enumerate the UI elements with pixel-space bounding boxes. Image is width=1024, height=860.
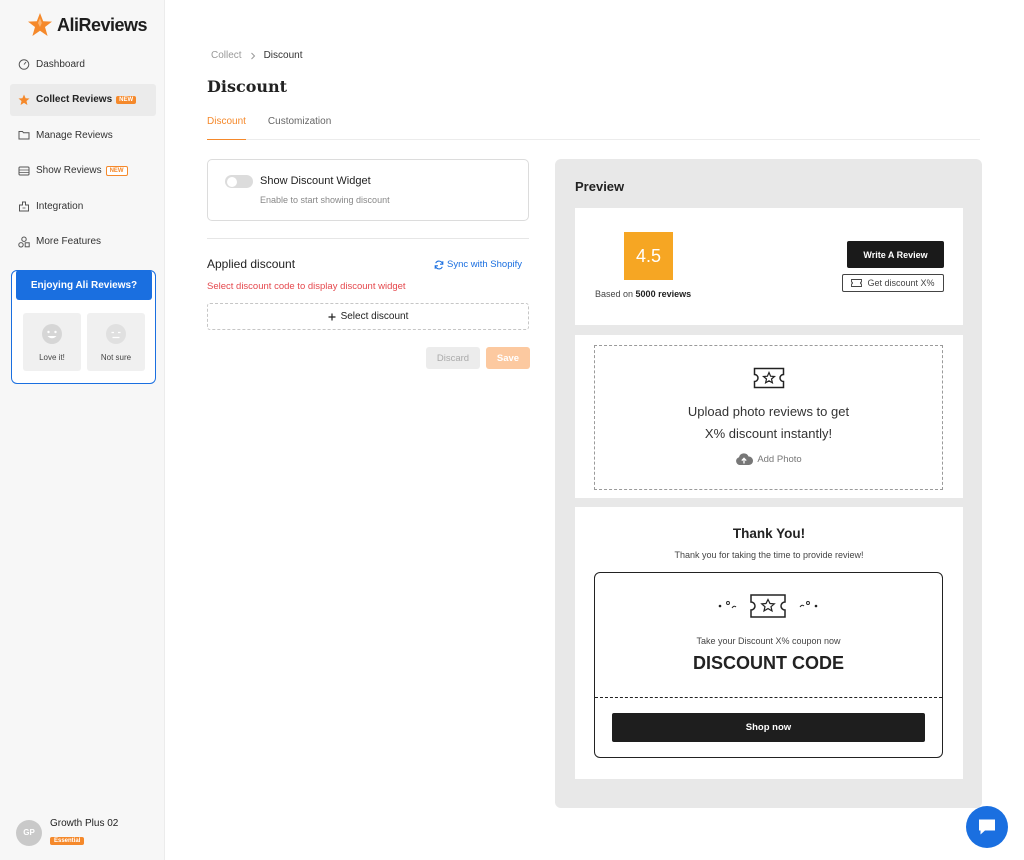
upload-line-2: X% discount instantly! (704, 426, 833, 441)
discount-code-text: DISCOUNT CODE (692, 653, 844, 673)
page-title: Discount (207, 77, 288, 96)
sidebar-item-label: Dashboard (36, 58, 85, 70)
sidebar-item-show-reviews[interactable]: Show Reviews NEW (10, 155, 156, 187)
sidebar-item-integration[interactable]: Integration (10, 190, 156, 222)
app-logo[interactable]: AliReviews (27, 12, 148, 38)
logo-star-icon (28, 13, 52, 36)
upload-line-1: Upload photo reviews to get (687, 404, 850, 419)
coupon-ticket-icon (753, 367, 785, 389)
sidebar-nav: Dashboard Collect Reviews NEW Manage Rev… (10, 48, 156, 261)
new-badge: NEW (116, 95, 137, 104)
upload-promo-text: Upload photo reviews to get X% discount … (595, 401, 942, 445)
sidebar-item-collect-reviews[interactable]: Collect Reviews NEW (10, 83, 156, 116)
coupon-perforation (595, 697, 942, 698)
show-discount-toggle[interactable] (225, 175, 253, 188)
sync-icon (434, 260, 444, 269)
chat-icon (979, 819, 995, 835)
feedback-card: Enjoying Ali Reviews? Love it! Not sure (11, 270, 156, 384)
photo-upload-card: Upload photo reviews to get X% discount … (575, 335, 963, 498)
get-discount-button[interactable]: Get discount X% (842, 274, 944, 292)
ticket-icon (851, 279, 863, 287)
save-button[interactable]: Save (486, 347, 530, 369)
integration-icon (19, 201, 29, 212)
sync-shopify-link[interactable]: Sync with Shopify (434, 259, 522, 270)
breadcrumb-current: Discount (263, 50, 303, 61)
sidebar-item-manage-reviews[interactable]: Manage Reviews (10, 119, 156, 151)
dashboard-icon (18, 59, 30, 70)
chevron-right-icon (250, 52, 255, 59)
sidebar-item-dashboard[interactable]: Dashboard (10, 48, 156, 80)
new-badge: NEW (105, 165, 128, 176)
sidebar-item-label: Manage Reviews (36, 129, 113, 141)
confetti-ticket-icon (718, 594, 818, 618)
sidebar-item-more-features[interactable]: More Features (10, 226, 156, 258)
preview-panel: Preview 4.5 Based on 5000 reviews Write … (555, 159, 982, 808)
shapes-icon (18, 236, 30, 248)
sync-label: Sync with Shopify (447, 259, 522, 270)
select-discount-label: Select discount (340, 311, 409, 322)
sidebar-item-label: More Features (36, 236, 102, 247)
display-icon (18, 166, 30, 175)
add-photo-button[interactable]: Add Photo (595, 453, 942, 466)
thank-you-card: Thank You! Thank you for taking the time… (575, 507, 963, 779)
select-discount-button[interactable]: Select discount (207, 303, 529, 330)
tab-customization[interactable]: Customization (268, 116, 331, 140)
breadcrumb-parent-link[interactable]: Collect (211, 50, 242, 61)
love-it-label: Love it! (39, 352, 65, 362)
not-sure-label: Not sure (100, 352, 132, 362)
based-count: 5000 reviews (635, 289, 692, 299)
widget-toggle-title: Show Discount Widget (260, 175, 371, 187)
thank-you-subtitle: Thank you for taking the time to provide… (674, 550, 864, 560)
shop-now-button[interactable]: Shop now (612, 713, 925, 742)
get-discount-label: Get discount X% (867, 278, 935, 288)
user-account[interactable]: GP Growth Plus 02 Essential (16, 818, 118, 847)
preview-title: Preview (575, 179, 625, 194)
thank-you-title: Thank You! (732, 526, 806, 541)
tab-discount[interactable]: Discount (207, 116, 246, 140)
plan-badge: Essential (50, 837, 85, 845)
discount-widget-card: Show Discount Widget Enable to start sho… (207, 159, 529, 221)
photo-upload-dropzone[interactable]: Upload photo reviews to get X% discount … (594, 345, 943, 490)
write-review-button[interactable]: Write A Review (847, 241, 944, 268)
sidebar-item-label: Integration (36, 200, 84, 212)
love-it-button[interactable]: Love it! (23, 313, 81, 371)
sidebar: AliReviews Dashboard Collect Reviews NEW… (0, 0, 165, 860)
section-divider (207, 238, 529, 239)
chat-launcher-button[interactable] (966, 806, 1008, 848)
cloud-upload-icon (736, 453, 754, 465)
plus-icon (328, 313, 336, 320)
coupon-box: Take your Discount X% coupon now DISCOUN… (594, 572, 943, 758)
widget-toggle-subtitle: Enable to start showing discount (260, 195, 390, 205)
breadcrumb: Collect Discount (211, 50, 302, 61)
feedback-title: Enjoying Ali Reviews? (16, 270, 152, 300)
review-count: Based on 5000 reviews (595, 289, 691, 299)
tab-bar: Discount Customization (207, 116, 980, 140)
based-prefix: Based on (595, 289, 634, 299)
sidebar-item-label: Show Reviews (36, 165, 102, 176)
app-name: AliReviews (57, 14, 148, 35)
discount-error-message: Select discount code to display discount… (207, 281, 406, 292)
discard-button[interactable]: Discard (426, 347, 480, 369)
not-sure-button[interactable]: Not sure (87, 313, 145, 371)
happy-face-icon (42, 323, 62, 344)
applied-discount-title: Applied discount (207, 257, 296, 271)
sidebar-item-label: Collect Reviews (36, 94, 113, 105)
rating-score: 4.5 (624, 232, 673, 280)
coupon-take-text: Take your Discount X% coupon now (696, 636, 841, 646)
add-photo-label: Add Photo (757, 454, 802, 465)
rating-summary-card: 4.5 Based on 5000 reviews Write A Review… (575, 208, 963, 325)
neutral-face-icon (106, 323, 126, 344)
star-icon (18, 94, 30, 105)
user-name: Growth Plus 02 (50, 818, 119, 829)
folder-icon (18, 131, 30, 140)
avatar: GP (16, 819, 42, 846)
